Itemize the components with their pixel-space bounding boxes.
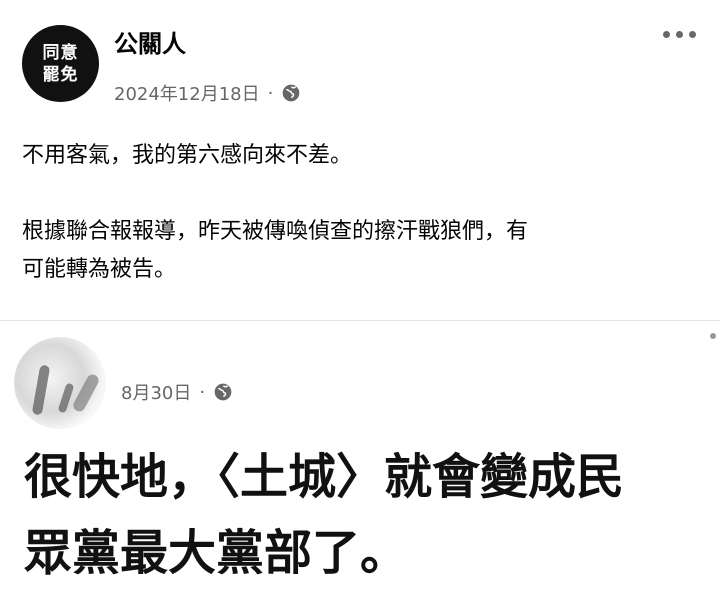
post-paragraph-2-line-2: 可能轉為被告。 (22, 257, 177, 282)
post-body: 不用客氣，我的第六感向來不差。 根據聯合報報導，昨天被傳喚偵查的擦汗戰狼們，有 … (22, 137, 702, 289)
author-avatar[interactable]: 同意 罷免 (22, 25, 99, 102)
more-dot (663, 31, 670, 38)
shared-post-date: 8月30日 (121, 383, 192, 404)
avatar-brush-stroke (71, 372, 101, 414)
meta-separator: · (267, 82, 274, 104)
shared-text-line-2: 眾黨最大黨部了。 (24, 525, 409, 581)
globe-icon (214, 383, 232, 401)
post-paragraph-2-line-1: 根據聯合報報導，昨天被傳喚偵查的擦汗戰狼們，有 (22, 219, 529, 244)
more-dot (689, 31, 696, 38)
shared-meta-separator: · (199, 381, 206, 403)
blurred-avatar (14, 337, 106, 429)
more-options-icon[interactable] (663, 31, 696, 38)
shared-more-dot (710, 333, 716, 339)
more-dot (676, 31, 683, 38)
post-meta: 2024年12月18日 · (114, 80, 301, 106)
shared-post-screenshot[interactable]: 8月30日 · 很快地，〈土城〉就會變成民 眾黨最大黨部了。 (0, 320, 720, 610)
post-paragraph-1: 不用客氣，我的第六感向來不差。 (22, 143, 353, 168)
post-date[interactable]: 2024年12月18日 (114, 80, 260, 106)
shared-text-line-1: 很快地，〈土城〉就會變成民 (24, 449, 625, 505)
shared-post-meta: 8月30日 · (121, 379, 233, 405)
globe-icon[interactable] (281, 83, 301, 103)
avatar-text-line-2: 罷免 (42, 64, 79, 85)
author-name[interactable]: 公關人 (114, 24, 186, 59)
shared-post-text: 很快地，〈土城〉就會變成民 眾黨最大黨部了。 (24, 439, 720, 591)
avatar-text-line-1: 同意 (42, 42, 79, 63)
avatar-brush-stroke (57, 382, 75, 414)
avatar-brush-stroke (31, 364, 51, 416)
post-header: 同意 罷免 公關人 2024年12月18日 · (0, 0, 720, 118)
